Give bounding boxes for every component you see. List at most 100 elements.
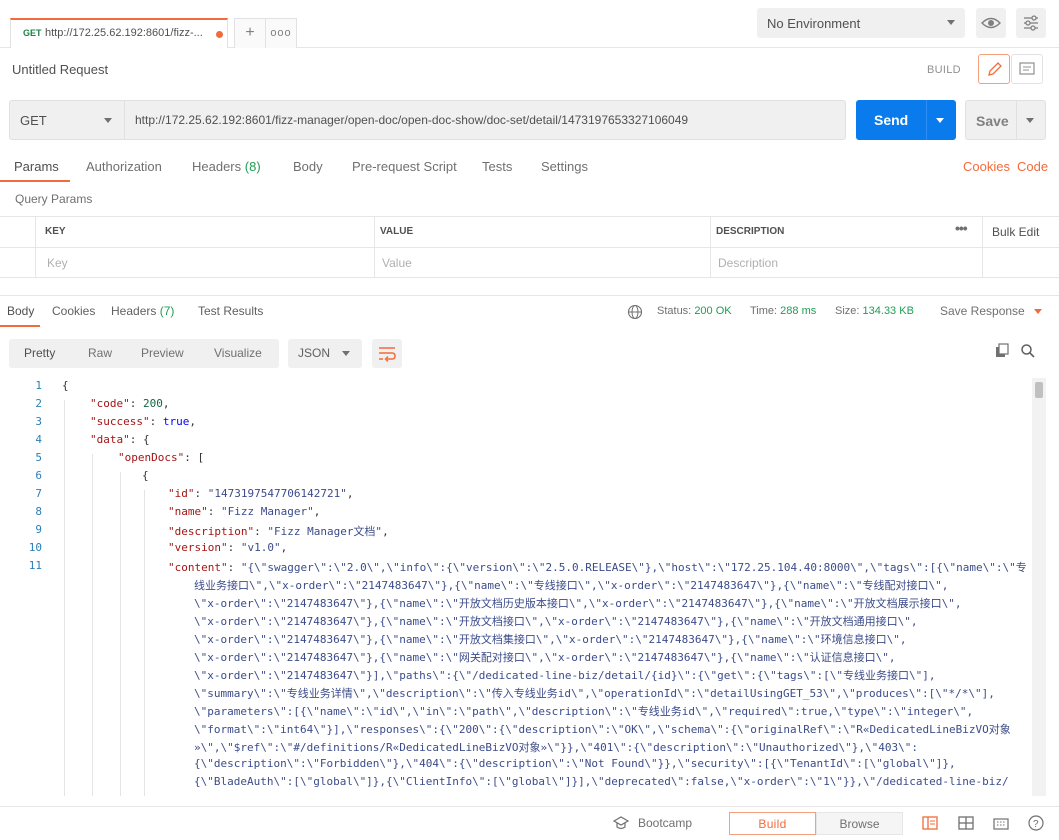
code-line: {	[142, 469, 149, 482]
code-line: "description": "Fizz Manager文档",	[168, 525, 389, 538]
environment-select[interactable]: No Environment	[757, 8, 965, 38]
layout-icon[interactable]	[957, 815, 975, 831]
headers-count-badge: (8)	[244, 159, 261, 174]
format-visualize[interactable]: Visualize	[214, 346, 262, 360]
response-body-viewer[interactable]: 1 {2 "code": 200, 3 "success": true, 4 "data":…	[0, 378, 1032, 796]
more-icon[interactable]: •••	[955, 220, 968, 236]
response-tab-body[interactable]: Body	[7, 304, 34, 318]
format-raw[interactable]: Raw	[88, 346, 112, 360]
code-line-wrap: \"summary\":\"专线业务详情\",\"description\":\…	[194, 687, 995, 700]
save-button[interactable]: Save	[965, 100, 1046, 140]
cookies-link[interactable]: Cookies	[963, 159, 1010, 174]
json-value: "Fizz Manager文档"	[267, 525, 383, 538]
format-preview[interactable]: Preview	[141, 346, 184, 360]
send-button[interactable]: Send	[856, 100, 956, 140]
line-number: 10	[28, 541, 42, 554]
request-title[interactable]: Untitled Request	[12, 62, 108, 77]
search-icon[interactable]	[1020, 343, 1036, 359]
language-select[interactable]: JSON	[288, 339, 362, 368]
code-line-wrap: \"x-order\":\"2147483647\"}],\"paths\":{…	[194, 669, 936, 682]
json-key: "success"	[90, 415, 150, 428]
save-options-chevron-icon[interactable]	[1026, 118, 1034, 123]
edit-button[interactable]	[978, 54, 1010, 84]
json-key: "content"	[168, 561, 228, 574]
response-tab-headers[interactable]: Headers (7)	[111, 304, 174, 318]
tab-params[interactable]: Params	[14, 159, 59, 174]
new-tab-button[interactable]: +	[234, 18, 266, 48]
tab-settings[interactable]: Settings	[541, 159, 588, 174]
manage-environments-button[interactable]	[1016, 8, 1046, 38]
method-select[interactable]: GET	[9, 100, 125, 140]
code-line-wrap: \"x-order\":\"2147483647\"},{\"name\":\"…	[194, 651, 896, 664]
tab-pre-request-script[interactable]: Pre-request Script	[352, 159, 457, 174]
code-link[interactable]: Code	[1017, 159, 1048, 174]
bootcamp-icon[interactable]	[612, 815, 630, 831]
build-label: BUILD	[927, 64, 961, 76]
request-tab-url: http://172.25.62.192:8601/fizz-...	[45, 27, 203, 39]
code-line-wrap: 线业务接口\",\"x-order\":\"2147483647\"},{\"n…	[194, 579, 949, 592]
line-number: 3	[35, 415, 42, 428]
size-readout: Size: 134.33 KB	[835, 305, 914, 317]
tab-tests[interactable]: Tests	[482, 159, 512, 174]
column-header-key: KEY	[45, 226, 66, 237]
response-tab-cookies[interactable]: Cookies	[52, 304, 95, 318]
code-line-wrap: »\",\"$ref\":\"#/definitions/R«Dedicated…	[194, 741, 918, 754]
description-input[interactable]: Description	[718, 256, 778, 270]
tab-options-button[interactable]: ooo	[265, 18, 297, 48]
json-value: [	[197, 451, 205, 464]
bulk-edit-link[interactable]: Bulk Edit	[992, 225, 1039, 239]
request-tab[interactable]: GET http://172.25.62.192:8601/fizz-...	[10, 18, 228, 48]
bootcamp-link[interactable]: Bootcamp	[638, 816, 692, 830]
scrollbar[interactable]	[1032, 378, 1046, 796]
indent-guide	[120, 472, 121, 796]
scrollbar-thumb[interactable]	[1035, 382, 1043, 398]
wrap-lines-button[interactable]	[372, 339, 402, 368]
globe-icon[interactable]	[627, 304, 643, 320]
code-line-wrap: \"format\":\"int64\"}],\"responses\":{\"…	[194, 723, 1011, 736]
line-number: 1	[35, 379, 42, 392]
save-response-label: Save Response	[940, 304, 1025, 318]
more-icon: ooo	[270, 27, 292, 39]
browse-mode-button[interactable]: Browse	[816, 812, 903, 835]
chevron-down-icon	[104, 118, 112, 123]
tab-authorization[interactable]: Authorization	[86, 159, 162, 174]
code-line-wrap: \"x-order\":\"2147483647\"},{\"name\":\"…	[194, 597, 962, 610]
status-value: 200 OK	[694, 305, 732, 317]
tab-body[interactable]: Body	[293, 159, 323, 174]
json-key: "data"	[90, 433, 130, 446]
json-value: "{\"swagger\":\"2.0\",\"info\":{\"versio…	[240, 561, 1027, 574]
time-value: 288 ms	[780, 305, 817, 317]
code-line: "name": "Fizz Manager",	[168, 505, 321, 518]
query-params-table: KEY VALUE DESCRIPTION ••• Bulk Edit Key …	[0, 216, 1059, 278]
json-key: "code"	[90, 397, 130, 410]
response-tab-test-results[interactable]: Test Results	[198, 304, 263, 318]
eye-icon	[981, 17, 1001, 29]
code-line-wrap: {\"BladeAuth\":[\"global\"]},{\"ClientIn…	[194, 775, 1009, 788]
json-key: "description"	[168, 525, 255, 538]
column-divider	[982, 217, 983, 278]
json-key: "name"	[168, 505, 208, 518]
divider	[1016, 101, 1017, 139]
url-input[interactable]: http://172.25.62.192:8601/fizz-manager/o…	[124, 100, 846, 140]
help-icon[interactable]: ?	[1027, 814, 1045, 832]
build-mode-label: Build	[758, 817, 787, 831]
keyboard-icon[interactable]	[992, 815, 1010, 831]
comments-button[interactable]	[1011, 54, 1043, 84]
save-response-button[interactable]: Save Response	[940, 304, 1043, 318]
active-tab-indicator	[0, 180, 70, 182]
send-options-chevron-icon[interactable]	[936, 118, 944, 123]
copy-icon[interactable]	[994, 343, 1010, 359]
tab-headers[interactable]: Headers (8)	[192, 159, 261, 174]
format-pretty[interactable]: Pretty	[24, 346, 55, 360]
key-input[interactable]: Key	[47, 256, 68, 270]
code-line: "data": {	[90, 433, 150, 446]
two-pane-icon[interactable]	[921, 815, 939, 831]
json-value: "Fizz Manager"	[221, 505, 314, 518]
value-input[interactable]: Value	[382, 256, 412, 270]
code-line: "content": "{\"swagger\":\"2.0\",\"info\…	[168, 561, 1027, 574]
indent-guide	[144, 490, 145, 796]
build-mode-button[interactable]: Build	[729, 812, 816, 835]
svg-text:?: ?	[1033, 819, 1039, 830]
plus-icon: +	[245, 24, 255, 41]
environment-quick-look-button[interactable]	[976, 8, 1006, 38]
